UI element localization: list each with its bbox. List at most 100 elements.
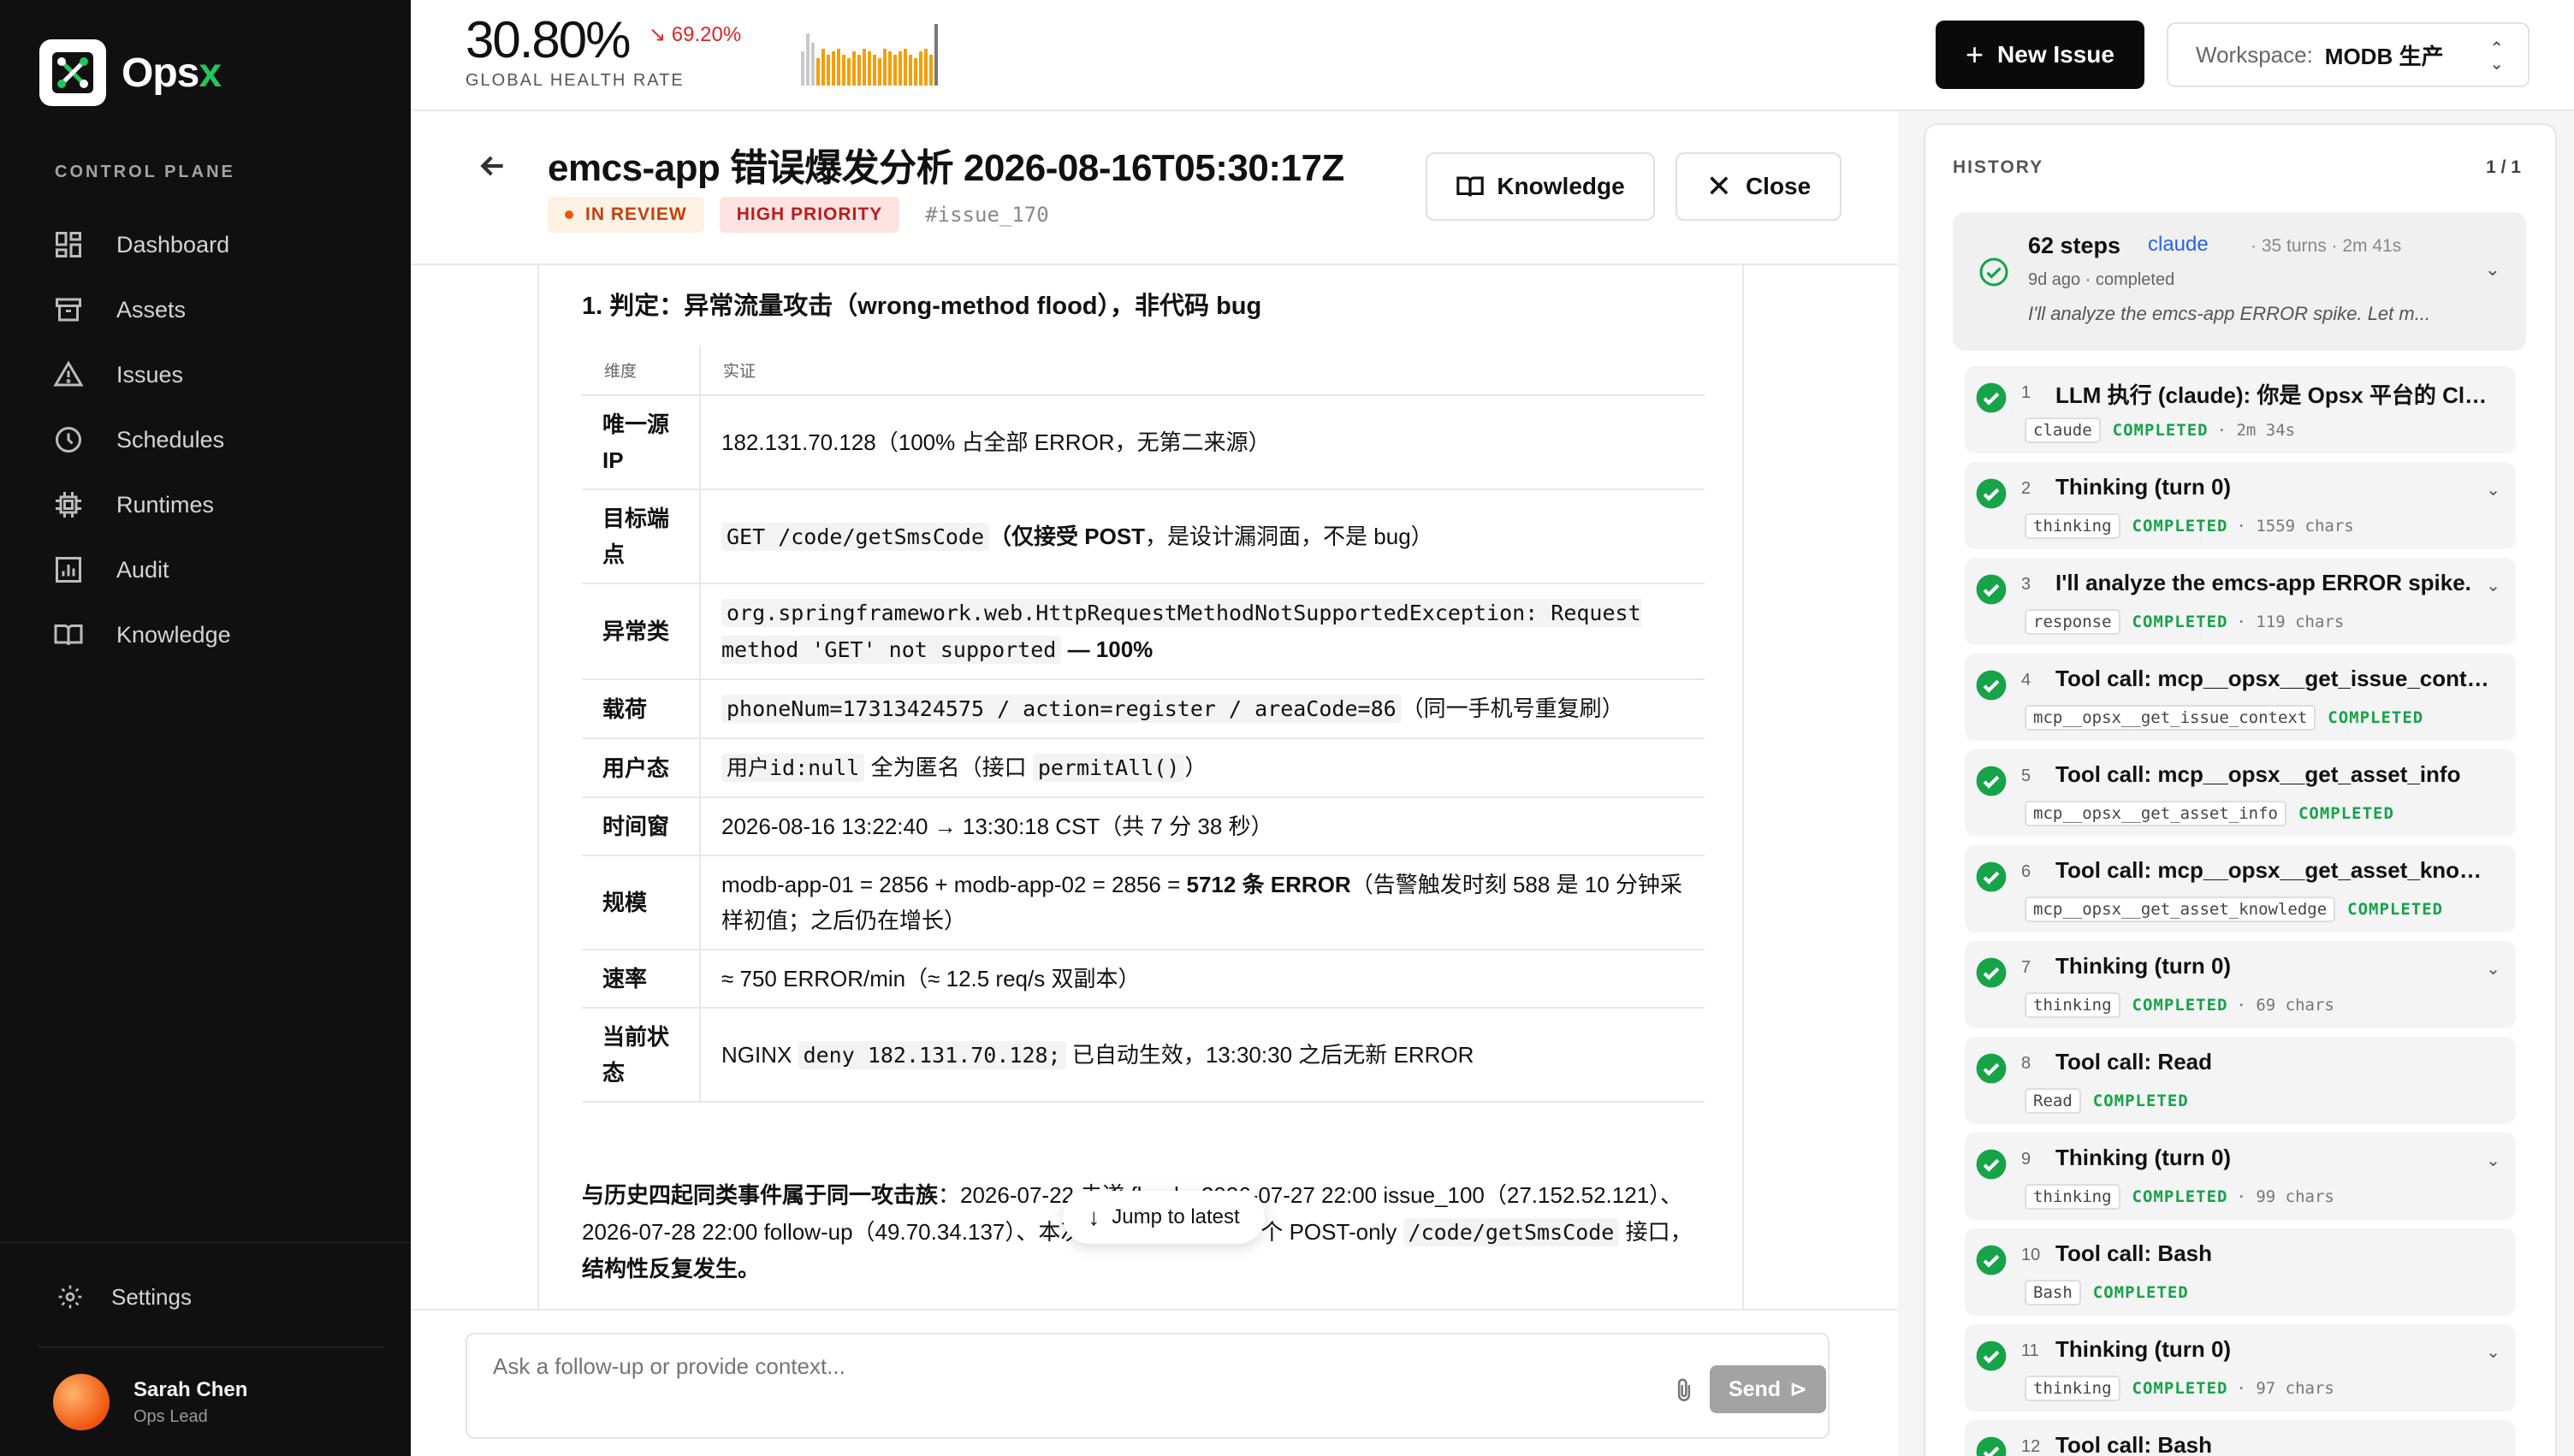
composer: Send⊳ <box>466 1333 1830 1439</box>
plus-icon: + <box>1966 37 1984 72</box>
send-button[interactable]: Send ⊳ <box>1710 1365 1826 1413</box>
sidebar-item-runtimes[interactable]: Runtimes <box>53 472 231 537</box>
chevron-down-icon[interactable]: ⌄ <box>2486 575 2500 596</box>
step-tag: response <box>2025 609 2120 635</box>
sparkline-bar <box>888 51 892 86</box>
step-status: COMPLETED <box>2112 421 2209 440</box>
close-button[interactable]: ✕ Close <box>1675 152 1842 221</box>
step-number: 5 <box>2021 766 2031 785</box>
sparkline-bar <box>857 55 861 86</box>
user-role: Ops Lead <box>133 1406 208 1426</box>
list-item[interactable]: 12Tool call: BashBashCOMPLETED <box>1965 1420 2516 1456</box>
check-circle-icon <box>1976 574 2007 605</box>
sidebar-item-knowledge[interactable]: Knowledge <box>53 602 231 667</box>
sidebar-nav: Dashboard Assets Issues Schedules Runtim… <box>53 212 231 667</box>
step-title: LLM 执行 (claude): 你是 Opsx 平台的 Claude 运维智能… <box>2055 382 2492 408</box>
jump-to-latest-button[interactable]: ↓ Jump to latest <box>1063 1191 1265 1244</box>
sidebar-item-audit[interactable]: Audit <box>53 537 231 602</box>
chevron-down-icon[interactable]: ⌄ <box>2486 1341 2500 1363</box>
book-open-icon <box>1456 176 1485 197</box>
list-item[interactable]: 10 Tool call: Bash Bash COMPLETED <box>1965 1228 2516 1316</box>
analysis-content[interactable]: 1. 判定：异常流量攻击（wrong-method flood），非代码 bug… <box>537 265 1744 1309</box>
list-item[interactable]: 6 Tool call: mcp__opsx__get_asset_knowled… <box>1965 845 2516 932</box>
issue-detail: emcs-app 错误爆发分析 2026-08-16T05:30:17Z IN … <box>411 111 1898 1456</box>
knowledge-button[interactable]: Knowledge <box>1426 152 1655 221</box>
run-summary-card[interactable]: 62 steps claude · 35 turns · 2m 41s 9d a… <box>1953 212 2526 351</box>
list-item[interactable]: 9 Thinking (turn 0) thinking COMPLETED · 99 … <box>1965 1133 2516 1220</box>
chevron-down-icon[interactable]: ⌄ <box>2486 958 2500 980</box>
new-issue-button[interactable]: + New Issue <box>1936 21 2144 89</box>
sidebar-item-schedules[interactable]: Schedules <box>53 407 231 472</box>
verdict-heading: 1. 判定：异常流量攻击（wrong-method flood），非代码 bug <box>582 293 1262 320</box>
table-row: 唯一源 IP 182.131.70.128（100% 占全部 ERROR，无第二… <box>582 395 1705 490</box>
status-badge: IN REVIEW <box>548 197 704 233</box>
attach-button[interactable] <box>1672 1376 1696 1405</box>
bar-chart-icon <box>56 557 81 583</box>
step-status: COMPLETED <box>2132 517 2228 536</box>
list-item[interactable]: 1 LLM 执行 (claude): 你是 Opsx 平台的 Claude 运维智… <box>1965 366 2516 453</box>
back-button[interactable] <box>476 149 510 183</box>
chevron-down-icon[interactable]: ⌄ <box>2486 479 2500 500</box>
workspace-selector[interactable]: Workspace: MODB 生产 ⌃ ⌄ <box>2167 22 2530 87</box>
sparkline-bar <box>929 55 933 86</box>
sparkline-bar <box>904 49 907 86</box>
follow-up-input[interactable] <box>493 1353 1605 1380</box>
user-profile[interactable]: Sarah Chen Ops Lead <box>53 1374 247 1430</box>
step-number: 3 <box>2021 575 2031 594</box>
app-logo[interactable]: Opsx <box>39 39 222 106</box>
sidebar-item-settings[interactable]: Settings <box>56 1283 192 1311</box>
sidebar-item-label: Schedules <box>116 426 225 453</box>
row-value: 用户id:null 全为匿名（接口 permitAll()） <box>700 738 1705 798</box>
list-item[interactable]: 2 Thinking (turn 0) thinking COMPLETED · 155… <box>1965 462 2516 549</box>
sparkline-bar <box>919 51 922 86</box>
list-item[interactable]: 3 I'll analyze the emcs-app ERROR spike. r… <box>1965 558 2516 645</box>
column-header: 维度 <box>582 346 701 396</box>
gear-icon <box>58 1285 82 1309</box>
row-key: 规模 <box>582 855 701 950</box>
sidebar-divider <box>0 1242 411 1243</box>
sparkline-bar <box>832 51 835 86</box>
sidebar-item-dashboard[interactable]: Dashboard <box>53 212 231 277</box>
sparkline-bar <box>914 58 917 86</box>
row-key: 当前状态 <box>582 1008 701 1103</box>
composer-area: Send⊳ <box>411 1309 1898 1456</box>
sparkline-bar <box>909 55 912 86</box>
book-open-icon <box>54 624 83 646</box>
step-title: Tool call: mcp__opsx__get_issue_context <box>2055 666 2492 691</box>
step-tag: Read <box>2025 1088 2081 1114</box>
sidebar-item-assets[interactable]: Assets <box>53 277 231 342</box>
sparkline-bar <box>847 58 851 86</box>
list-item[interactable]: 7 Thinking (turn 0) thinking COMPLETED · 69 … <box>1965 941 2516 1028</box>
dashboard-icon <box>56 232 81 257</box>
list-item[interactable]: 4 Tool call: mcp__opsx__get_issue_context… <box>1965 654 2516 741</box>
list-item[interactable]: 11 Thinking (turn 0) thinking COMPLETED · 97… <box>1965 1324 2516 1412</box>
sparkline-bar <box>801 51 804 86</box>
list-item[interactable]: 5 Tool call: mcp__opsx__get_asset_info mcp… <box>1965 749 2516 837</box>
history-sidebar: HISTORY 1 / 1 62 steps claude · 35 turns… <box>1898 111 2574 1456</box>
step-tag: claude <box>2025 417 2101 443</box>
trend-down-icon: ↘ <box>649 23 667 46</box>
step-extra: · 99 chars <box>2236 1187 2334 1206</box>
app-name: Opsx <box>122 50 222 96</box>
sidebar: Opsx CONTROL PLANE Dashboard Assets Issu… <box>0 0 411 1456</box>
chevron-down-icon[interactable]: ⌄ <box>2486 1150 2500 1171</box>
sidebar-item-issues[interactable]: Issues <box>53 342 231 407</box>
list-item[interactable]: 8 Tool call: Read Read COMPLETED <box>1965 1037 2516 1124</box>
send-arrow-icon: ⊳ <box>1789 1377 1808 1401</box>
nav-section-label: CONTROL PLANE <box>55 163 235 181</box>
step-status: COMPLETED <box>2298 804 2394 823</box>
avatar <box>53 1374 110 1430</box>
history-panel[interactable]: HISTORY 1 / 1 62 steps claude · 35 turns… <box>1924 123 2557 1456</box>
sparkline-bar <box>806 33 810 86</box>
row-value: NGINX deny 182.131.70.128; 已自动生效，13:30:3… <box>700 1008 1705 1103</box>
chip-icon <box>56 492 81 518</box>
chevron-down-icon[interactable]: ⌄ <box>2485 258 2500 281</box>
sparkline-bar <box>821 49 825 86</box>
sidebar-item-label: Issues <box>116 361 184 388</box>
sidebar-item-label: Audit <box>116 556 169 583</box>
check-circle-icon <box>1976 1341 2007 1371</box>
run-time: 9d ago · completed <box>2028 270 2175 289</box>
step-title: Tool call: Read <box>2055 1049 2212 1074</box>
evidence-table: 维度 实证 唯一源 IP 182.131.70.128（100% 占全部 ERR… <box>582 346 1705 1103</box>
sparkline-bar <box>842 55 845 86</box>
